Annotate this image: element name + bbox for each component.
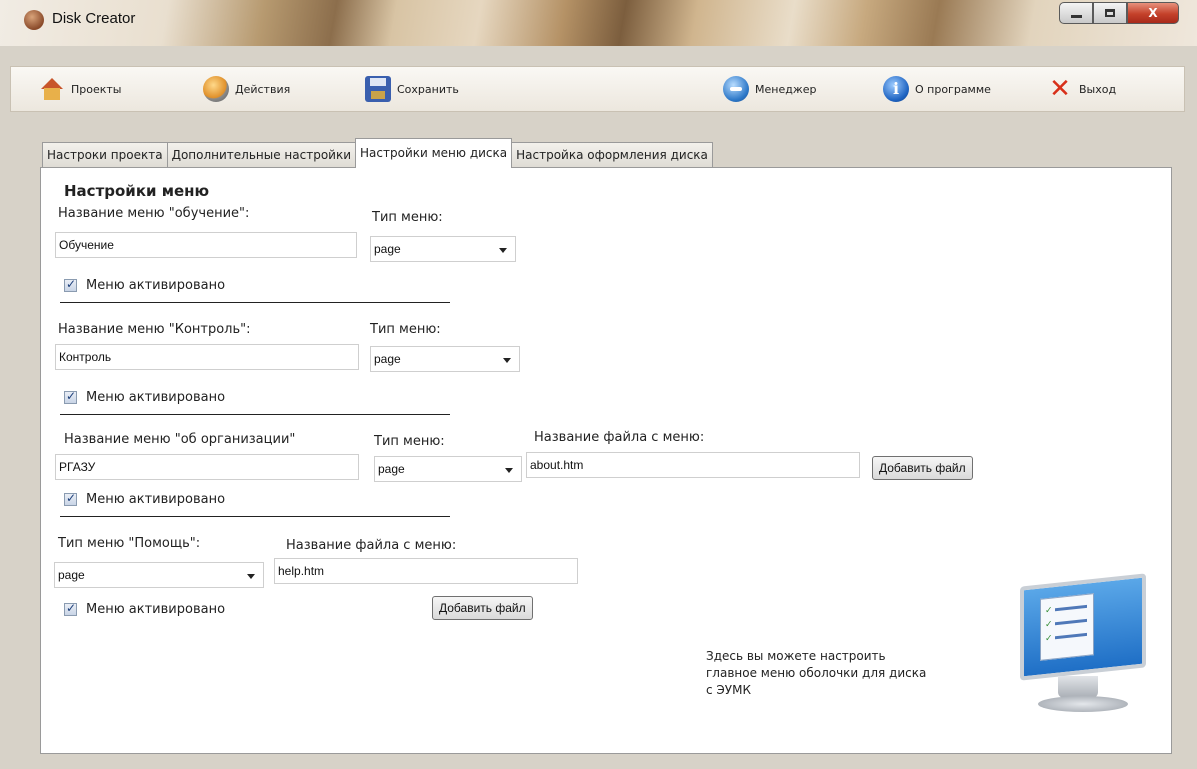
maximize-icon [1105,9,1115,17]
checkmark-icon: ✓ [66,277,77,291]
save-button[interactable]: Сохранить [365,75,459,103]
help-type-select[interactable]: page [54,562,264,588]
help-file-label: Название файла с меню: [286,538,457,553]
organization-enabled-label: Меню активировано [86,492,226,507]
organization-type-value: page [378,462,405,476]
control-type-value: page [374,352,401,366]
exit-label: Выход [1079,82,1117,96]
section-title: Настройки меню [64,182,210,200]
monitor-checklist-icon: ✓ ✓ ✓ [1010,573,1150,720]
organization-name-label: Название меню "об организации" [64,432,296,447]
divider [60,302,450,303]
settings-tabs: Настроки проекта Дополнительные настройк… [42,138,713,168]
floppy-disk-icon [365,76,391,102]
checkmark-icon: ✓ [66,389,77,403]
checkmark-icon: ✓ [66,491,77,505]
manager-label: Менеджер [755,82,817,96]
about-label: О программе [915,82,991,96]
checkmark-icon: ✓ [66,601,77,615]
exit-button[interactable]: ✕ Выход [1047,75,1116,103]
chevron-down-icon [503,358,511,363]
manager-button[interactable]: Менеджер [723,75,816,103]
chevron-down-icon [505,468,513,473]
training-name-input[interactable]: Обучение [55,232,357,258]
manager-icon [723,76,749,102]
training-enabled-checkbox[interactable]: ✓ Меню активировано [64,277,226,293]
tab-additional-settings[interactable]: Дополнительные настройки [166,142,357,168]
actions-button[interactable]: Действия [203,75,290,103]
chevron-down-icon [499,248,507,253]
info-icon: i [883,76,909,102]
organization-name-input[interactable]: РГАЗУ [55,454,359,480]
projects-button[interactable]: Проекты [39,75,122,103]
window-controls: X [1059,2,1179,24]
organization-add-file-button[interactable]: Добавить файл [872,456,973,480]
monitor-stand [1058,676,1098,698]
chevron-down-icon [247,574,255,579]
control-enabled-label: Меню активировано [86,390,226,405]
organization-type-select[interactable]: page [374,456,522,482]
app-window: Disk Creator X Проекты Действия Сохранит… [0,0,1197,769]
tab-disk-menu-settings[interactable]: Настройки меню диска [355,138,513,168]
training-name-label: Название меню "обучение": [58,206,250,221]
help-add-file-button[interactable]: Добавить файл [432,596,533,620]
projects-label: Проекты [71,82,122,96]
control-type-select[interactable]: page [370,346,520,372]
checkbox-box: ✓ [64,491,77,506]
hint-line: Здесь вы можете настроить [706,649,886,663]
actions-label: Действия [235,82,291,96]
organization-file-label: Название файла с меню: [534,430,705,445]
control-name-input[interactable]: Контроль [55,344,359,370]
organization-enabled-checkbox[interactable]: ✓ Меню активировано [64,491,226,507]
help-type-label: Тип меню "Помощь": [58,536,201,551]
minimize-icon [1070,14,1082,18]
divider [60,414,450,415]
organization-type-label: Тип меню: [374,434,445,449]
divider [60,516,450,517]
tab-disk-design-settings[interactable]: Настройка оформления диска [511,142,713,168]
minimize-button[interactable] [1059,2,1093,24]
training-type-select[interactable]: page [370,236,516,262]
house-icon [39,76,65,102]
maximize-button[interactable] [1093,2,1127,24]
checkbox-box: ✓ [64,601,77,616]
help-enabled-label: Меню активировано [86,602,226,617]
main-toolbar: Проекты Действия Сохранить Менеджер i О … [10,66,1185,112]
save-label: Сохранить [397,82,459,96]
control-name-label: Название меню "Контроль": [58,322,251,337]
organization-file-input[interactable]: about.htm [526,452,860,478]
monitor-base [1038,696,1128,712]
about-button[interactable]: i О программе [883,75,991,103]
help-enabled-checkbox[interactable]: ✓ Меню активировано [64,601,226,617]
control-type-label: Тип меню: [370,322,441,337]
control-enabled-checkbox[interactable]: ✓ Меню активировано [64,389,226,405]
hint-line: с ЭУМК [706,683,751,697]
app-disk-icon [24,10,44,30]
close-button[interactable]: X [1127,2,1179,24]
training-type-label: Тип меню: [372,210,443,225]
hint-line: главное меню оболочки для диска [706,666,927,680]
red-x-icon: ✕ [1049,74,1071,104]
training-enabled-label: Меню активировано [86,278,226,293]
close-icon: X [1148,6,1158,20]
tab-project-settings[interactable]: Настроки проекта [42,142,168,168]
training-type-value: page [374,242,401,256]
window-title: Disk Creator [52,10,136,27]
menu-hint-text: Здесь вы можете настроить главное меню о… [706,648,926,699]
checkbox-box: ✓ [64,277,77,292]
title-bar[interactable]: Disk Creator X [0,0,1197,46]
checkbox-box: ✓ [64,389,77,404]
help-file-input[interactable]: help.htm [274,558,578,584]
help-type-value: page [58,568,85,582]
actions-disc-icon [203,76,229,102]
checklist-document: ✓ ✓ ✓ [1040,593,1094,661]
